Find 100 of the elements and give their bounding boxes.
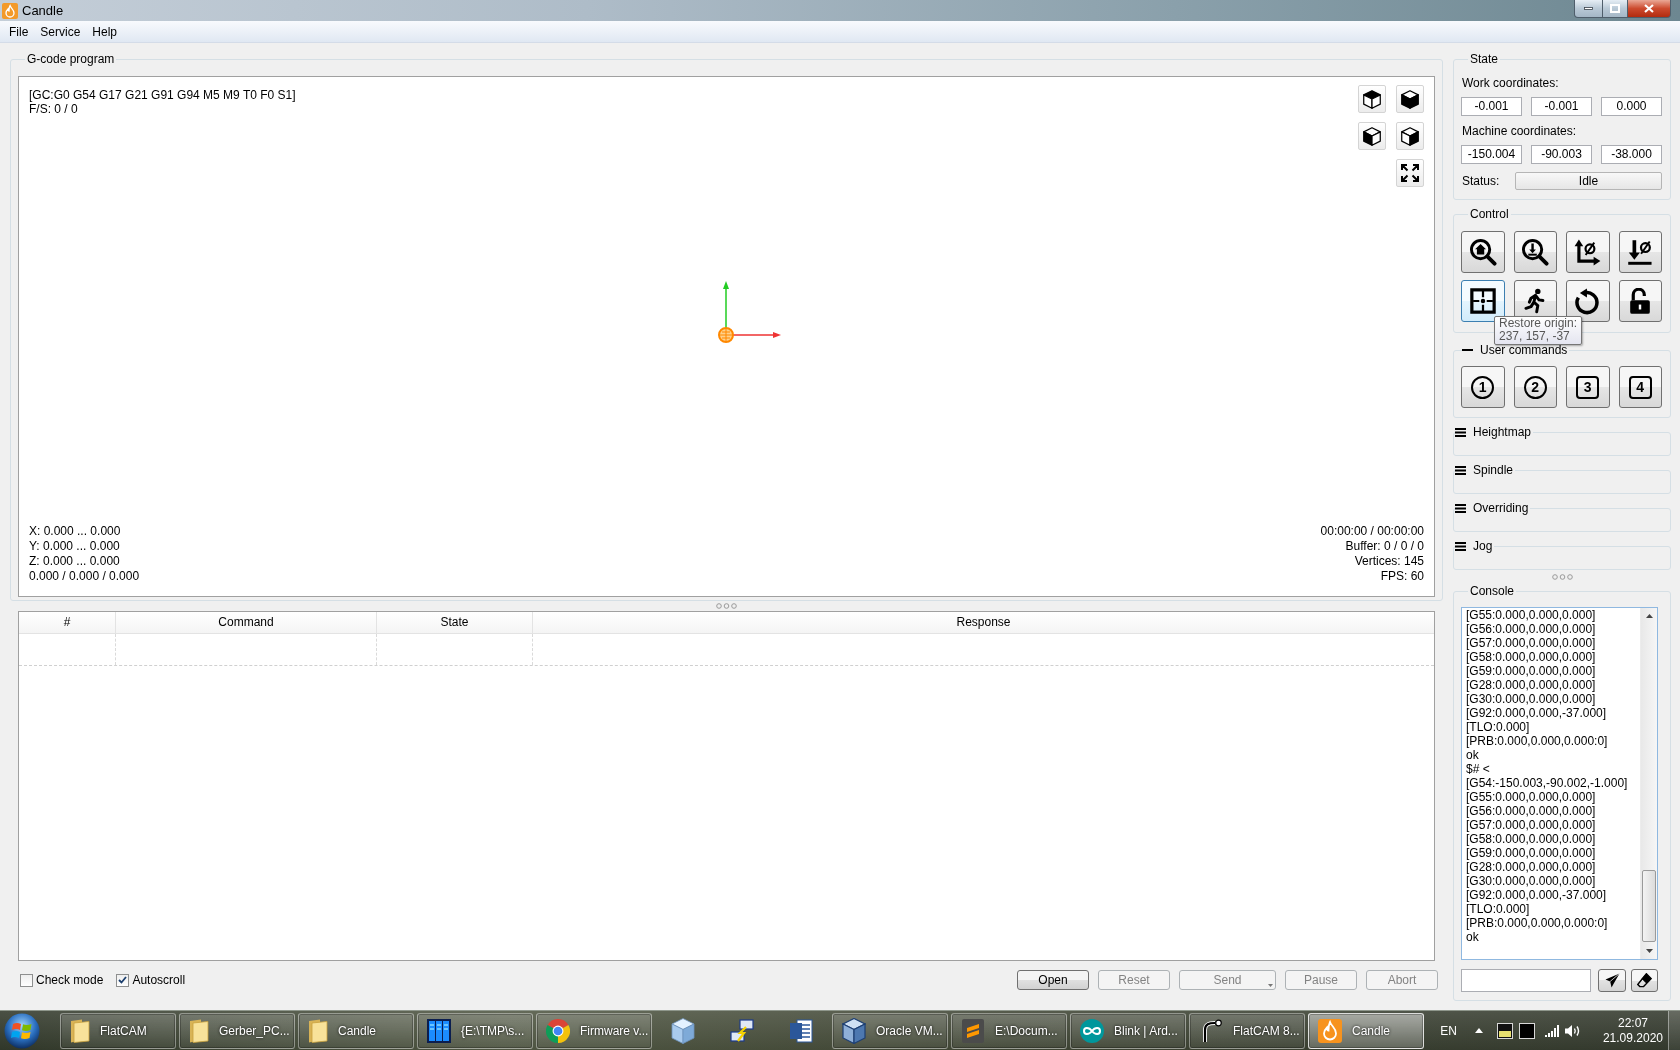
console-line: [TLO:0.000]: [1466, 720, 1530, 734]
taskbar-button[interactable]: FlatCAM 8...: [1189, 1012, 1305, 1049]
checkbox-label[interactable]: Check mode: [36, 973, 104, 987]
taskbar-button[interactable]: E:\Docum...: [951, 1012, 1067, 1049]
3d-viewport[interactable]: [GC:G0 G54 G17 G21 G91 G94 M5 M9 T0 F0 S1] F/S: 0 / 0 X: 0.000 ... 0.000 Y: 0.000 ... 0.000 Z: 0.000 ... 0.000 0.000 / 0.000 / 0.000 00:00:00 / 00:00:00 Buffer: 0 / 0 / 0 Vertices: 145 FPS: 60: [18, 76, 1435, 597]
cube-icon: [1401, 89, 1419, 109]
checkbox[interactable]: [20, 973, 33, 987]
striped-tile-icon[interactable]: [1496, 1022, 1513, 1039]
clock-time[interactable]: 22:07: [1617, 1015, 1648, 1031]
cube-icon: [671, 1017, 695, 1044]
taskbar-button[interactable]: Gerber_PC...: [179, 1012, 295, 1049]
signal-bars-icon[interactable]: [1544, 1024, 1559, 1037]
control-button[interactable]: [1618, 231, 1662, 273]
view-button[interactable]: [1358, 122, 1386, 150]
check-icon: [118, 976, 128, 984]
clear-button[interactable]: [1631, 969, 1658, 992]
cube-icon: [842, 1017, 866, 1044]
coordinate-field: -0.001: [1531, 97, 1592, 116]
control-button[interactable]: [1513, 231, 1557, 273]
up-triangle-icon[interactable]: [1474, 1028, 1483, 1033]
menu-icon[interactable]: [1455, 541, 1466, 551]
column-header[interactable]: #: [19, 612, 116, 633]
taskbar-button[interactable]: Firmware v...: [536, 1012, 652, 1049]
column-header[interactable]: Command: [116, 612, 377, 633]
scroll-up-icon[interactable]: [1645, 614, 1653, 618]
eraser-icon: [1637, 973, 1653, 988]
command-input[interactable]: [1461, 969, 1591, 992]
user-command-button[interactable]: 1: [1461, 366, 1505, 408]
flame-icon: [1318, 1018, 1342, 1043]
control-button[interactable]: [1618, 280, 1662, 322]
user-command-button[interactable]: 2: [1513, 366, 1557, 408]
view-button[interactable]: [1396, 85, 1424, 113]
splitter-handle-icon[interactable]: [716, 603, 737, 609]
console-line: [G28:0.000,0.000,0.000]: [1466, 678, 1596, 692]
group-title[interactable]: User commands: [1480, 343, 1568, 357]
taskbar-button[interactable]: Candle: [1308, 1012, 1424, 1049]
console-line: [G55:0.000,0.000,0.000]: [1466, 608, 1596, 622]
close-button[interactable]: [1628, 0, 1671, 18]
coordinate-field: -0.001: [1461, 97, 1522, 116]
fullscreen-button[interactable]: [1396, 159, 1424, 187]
user-command-button[interactable]: 3: [1566, 366, 1610, 408]
field-label: Status:: [1462, 174, 1500, 188]
scroll-thumb[interactable]: [1642, 870, 1656, 942]
maximize-button[interactable]: [1603, 0, 1628, 18]
taskbar-button[interactable]: Oracle VM...: [832, 1012, 948, 1049]
control-button[interactable]: [1566, 231, 1610, 273]
console-output[interactable]: [1461, 607, 1658, 960]
checkbox[interactable]: [116, 973, 130, 987]
cube-icon: [1401, 126, 1419, 146]
coordinate-field: -150.004: [1461, 145, 1522, 164]
control-button[interactable]: [1461, 231, 1505, 273]
menu-item[interactable]: Help: [86, 23, 124, 40]
menu-icon[interactable]: [1455, 465, 1466, 475]
group-title[interactable]: Overriding: [1473, 501, 1529, 515]
group-title[interactable]: Heightmap: [1473, 425, 1532, 439]
splitter-handle-icon[interactable]: [1551, 574, 1573, 580]
taskbar-button[interactable]: FlatCAM: [60, 1012, 176, 1049]
action-button[interactable]: Open: [1017, 970, 1089, 990]
view-button[interactable]: [1396, 122, 1424, 150]
taskbar-button[interactable]: Blink | Ard...: [1070, 1012, 1186, 1049]
console-line: [G92:0.000,0.000,-37.000]: [1466, 706, 1607, 720]
scroll-down-icon[interactable]: [1645, 949, 1653, 953]
send-button[interactable]: [1598, 969, 1627, 992]
menu-icon[interactable]: [1455, 503, 1466, 513]
group-title[interactable]: Jog: [1473, 539, 1493, 553]
clock-date[interactable]: 21.09.2020: [1602, 1030, 1663, 1046]
menu-item[interactable]: File: [3, 23, 35, 40]
minimize-icon: [1584, 7, 1593, 10]
axis-gizmo: [718, 281, 781, 343]
show-desktop-button[interactable]: [1668, 1011, 1680, 1050]
column-header[interactable]: Response: [533, 612, 1434, 633]
speaker-icon[interactable]: [1564, 1023, 1581, 1038]
console-line: ok: [1466, 748, 1479, 762]
group-title: State: [1469, 52, 1500, 66]
scrollbar[interactable]: [1640, 608, 1657, 959]
taskbar-button[interactable]: {E:\TMP\s...: [417, 1012, 533, 1049]
close-icon: [1644, 4, 1654, 13]
group-title: Console: [1469, 584, 1516, 598]
menu-icon[interactable]: [1455, 427, 1466, 437]
user-command-button[interactable]: 4: [1618, 366, 1662, 408]
view-button[interactable]: [1358, 85, 1386, 113]
group-title[interactable]: Spindle: [1473, 463, 1514, 477]
taskbar-button[interactable]: Candle: [298, 1012, 414, 1049]
console-line: [G57:0.000,0.000,0.000]: [1466, 818, 1596, 832]
stats-text: Buffer: 0 / 0 / 0: [1345, 539, 1424, 554]
column-header[interactable]: State: [377, 612, 533, 633]
checkbox-label[interactable]: Autoscroll: [132, 973, 186, 987]
console-line: [G28:0.000,0.000,0.000]: [1466, 860, 1596, 874]
stripes-tile-icon: [961, 1018, 985, 1043]
feed-spindle-text: F/S: 0 / 0: [29, 102, 78, 116]
minimize-button[interactable]: [1574, 0, 1603, 18]
language-indicator[interactable]: EN: [1440, 1023, 1457, 1038]
tooltip-text: Restore origin:: [1499, 317, 1578, 330]
start-orb-icon[interactable]: [4, 1012, 40, 1049]
menu-item[interactable]: Service: [34, 23, 87, 40]
bounds-text: Z: 0.000 ... 0.000: [29, 554, 120, 569]
infinity-circle-icon: [1080, 1018, 1104, 1043]
square-tile-icon[interactable]: [1518, 1022, 1535, 1039]
group-title: Control: [1469, 207, 1510, 221]
expand-icon: [1401, 164, 1419, 182]
